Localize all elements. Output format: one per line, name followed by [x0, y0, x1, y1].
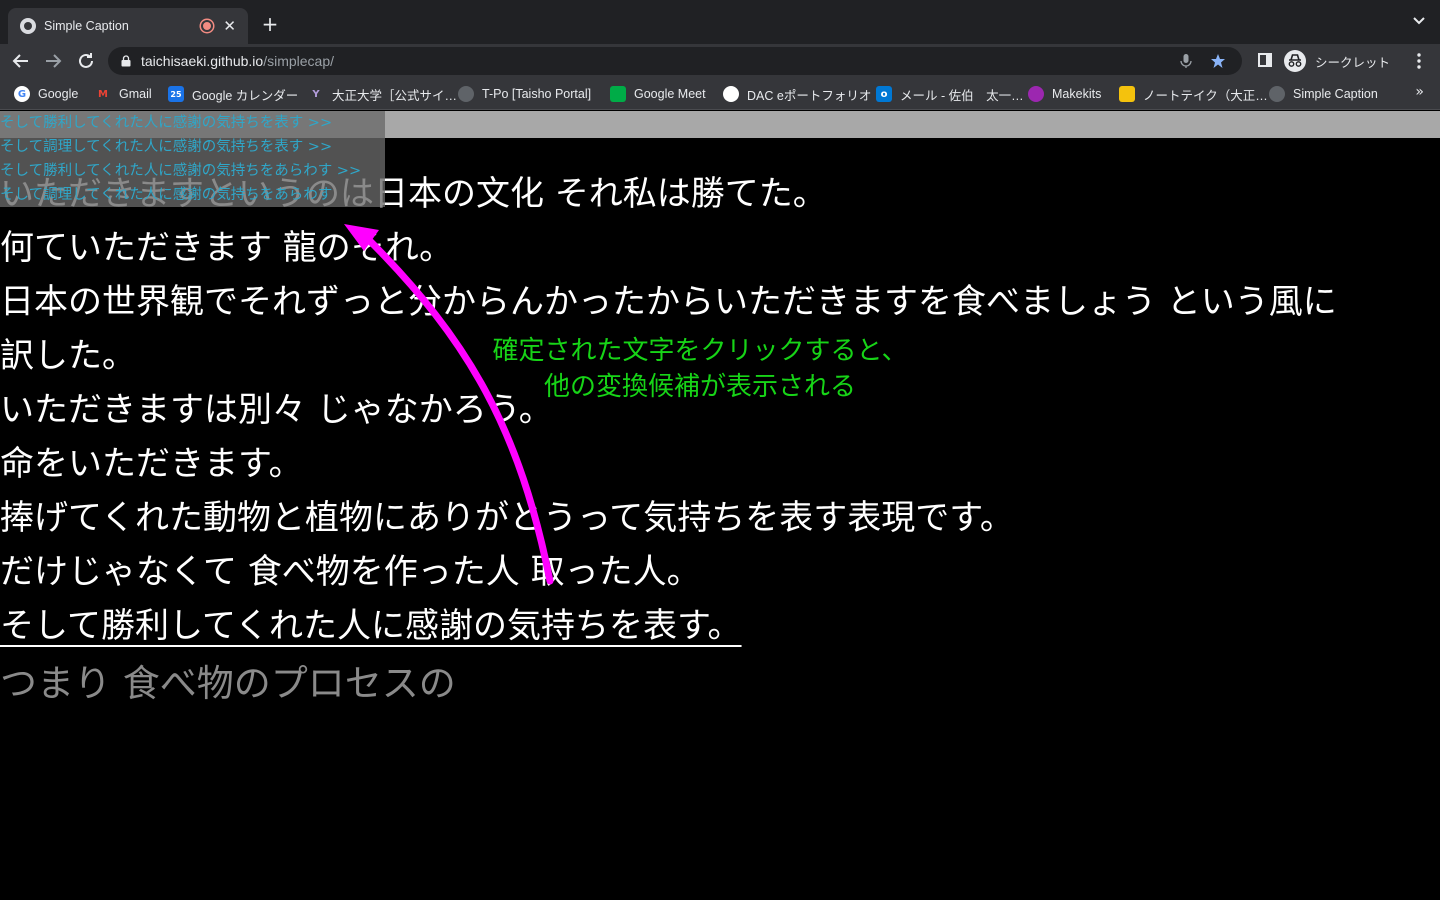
caption-transcript: いただきますというのは日本の文化 それ私は勝てた。 何ていただきます 龍のそれ。…: [0, 167, 1440, 715]
tab-title: Simple Caption: [44, 19, 129, 33]
conversion-candidates-popup: そして勝利してくれた人に感謝の気持ちを表す >> そして調理してくれた人に感謝の…: [0, 111, 385, 207]
candidate-item[interactable]: そして勝利してくれた人に感謝の気持ちをあらわす >>: [0, 159, 385, 183]
annotation-line-1: 確定された文字をクリックすると、: [492, 336, 908, 366]
bookmark-dac-eportfolio[interactable]: DAC eポートフォリオ: [723, 85, 871, 103]
lock-icon[interactable]: [121, 55, 131, 67]
globe-icon: [1269, 86, 1285, 102]
interim-caption-line: つまり 食べ物のプロセスの: [0, 662, 456, 705]
url-path: /simplecap/: [263, 53, 334, 69]
bookmark-taisho-university[interactable]: Y 大正大学［公式サイ…: [308, 85, 457, 103]
candidate-item[interactable]: そして勝利してくれた人に感謝の気持ちを表す >>: [0, 111, 385, 135]
candidate-item[interactable]: そして調理してくれた人に感謝の気持ちをあらわす: [0, 183, 385, 207]
bookmark-google-calendar[interactable]: 25 Google カレンダー: [168, 85, 298, 103]
selected-caption-line[interactable]: そして勝利してくれた人に感謝の気持ちを表す。: [0, 599, 1440, 653]
bookmark-label: DAC eポートフォリオ: [747, 88, 872, 103]
bookmark-notetake[interactable]: ノートテイク（大正…: [1119, 85, 1268, 103]
bookmark-t-po[interactable]: T-Po [Taisho Portal]: [458, 85, 591, 103]
new-tab-button[interactable]: +: [258, 12, 282, 36]
chevron-down-icon[interactable]: [1412, 14, 1426, 28]
bookmark-google-meet[interactable]: Google Meet: [610, 85, 706, 103]
close-tab-icon[interactable]: ✕: [223, 17, 236, 35]
bookmarks-bar: G Google M Gmail 25 Google カレンダー Y 大正大学［…: [0, 78, 1440, 110]
url-domain: taichisaeki.github.io: [141, 53, 264, 69]
annotation-note: 確定された文字をクリックすると、 他の変換候補が表示される: [440, 333, 960, 405]
bookmark-label: Simple Caption: [1293, 87, 1378, 101]
caption-line[interactable]: 日本の世界観でそれずっと分からんかったからいただきますを食べましょう という風に: [0, 275, 1440, 329]
microphone-icon[interactable]: [1178, 53, 1194, 69]
url-text[interactable]: taichisaeki.github.io/simplecap/: [141, 53, 1178, 69]
bookmark-label: T-Po [Taisho Portal]: [482, 87, 592, 101]
bookmark-simple-caption[interactable]: Simple Caption: [1269, 85, 1378, 103]
bookmark-label: Google カレンダー: [192, 88, 299, 103]
caption-line[interactable]: 何ていただきます 龍のそれ。: [0, 221, 1440, 275]
bookmark-star-icon[interactable]: [1210, 53, 1226, 69]
address-bar[interactable]: taichisaeki.github.io/simplecap/: [108, 47, 1242, 75]
caption-line[interactable]: 捧げてくれた動物と植物にありがとうって気持ちを表す表現です。: [0, 491, 1440, 545]
annotation-line-2: 他の変換候補が表示される: [543, 372, 856, 402]
bookmark-label: 大正大学［公式サイ…: [332, 88, 458, 103]
forward-arrow-icon: [46, 54, 62, 68]
bookmark-label: Google Meet: [634, 87, 706, 101]
more-bookmarks-icon[interactable]: »: [1415, 84, 1424, 100]
gmail-icon: M: [98, 88, 108, 100]
side-panel-icon[interactable]: [1258, 53, 1272, 67]
bookmark-outlook-mail[interactable]: o メール - 佐伯 太一…: [876, 85, 1024, 103]
candidate-item[interactable]: そして調理してくれた人に感謝の気持ちを表す >>: [0, 135, 385, 159]
notetake-icon: [1119, 86, 1135, 102]
back-arrow-icon: [12, 54, 28, 68]
incognito-label: シークレット: [1315, 54, 1391, 70]
tab-strip: Simple Caption ✕ +: [0, 0, 1440, 44]
bookmark-label: ノートテイク（大正…: [1143, 88, 1268, 103]
calendar-icon: 25: [168, 86, 184, 102]
back-button[interactable]: [9, 49, 33, 73]
bookmark-google[interactable]: G Google: [14, 85, 78, 103]
dac-icon: [723, 86, 739, 102]
globe-icon: [20, 18, 36, 34]
makekits-icon: [1028, 86, 1044, 102]
bookmark-gmail[interactable]: M Gmail: [95, 85, 152, 103]
bookmark-label: Gmail: [119, 87, 152, 101]
bookmark-label: メール - 佐伯 太一…: [900, 88, 1024, 103]
outlook-icon: o: [876, 86, 892, 102]
bookmark-label: Google: [38, 87, 79, 101]
incognito-icon: [1284, 50, 1306, 72]
reload-button[interactable]: [74, 49, 98, 73]
reload-icon: [79, 53, 93, 68]
tab-simple-caption[interactable]: Simple Caption ✕: [8, 8, 248, 44]
recording-indicator-icon: [201, 20, 214, 32]
caption-line[interactable]: 命をいただきます。: [0, 437, 1440, 491]
university-icon: Y: [312, 88, 320, 100]
caption-line[interactable]: だけじゃなくて 食べ物を作った人 取った人。: [0, 545, 1440, 599]
browser-toolbar: taichisaeki.github.io/simplecap/ シークレット: [0, 44, 1440, 78]
globe-icon: [458, 86, 474, 102]
google-icon: G: [14, 86, 30, 102]
bookmark-label: Makekits: [1052, 87, 1102, 101]
forward-button[interactable]: [41, 49, 65, 73]
meet-icon: [610, 86, 626, 102]
more-menu-icon[interactable]: [1412, 51, 1426, 71]
bookmark-makekits[interactable]: Makekits: [1028, 85, 1101, 103]
incognito-profile-button[interactable]: シークレット: [1284, 47, 1390, 75]
caption-page: いただきますというのは日本の文化 それ私は勝てた。 何ていただきます 龍のそれ。…: [0, 111, 1440, 900]
